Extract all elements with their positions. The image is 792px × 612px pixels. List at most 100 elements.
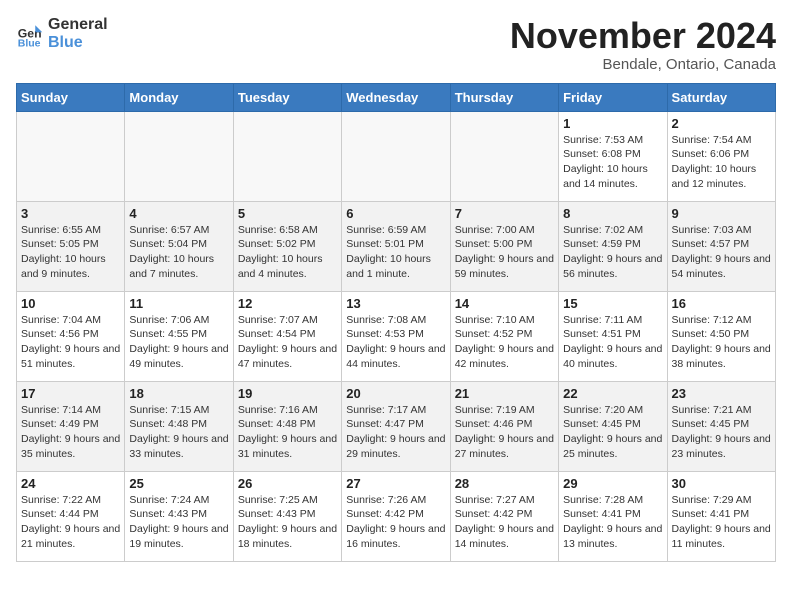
day-info: Sunrise: 7:26 AM Sunset: 4:42 PM Dayligh… xyxy=(346,493,445,552)
day-info: Sunrise: 7:16 AM Sunset: 4:48 PM Dayligh… xyxy=(238,403,337,462)
calendar-day-cell: 11 Sunrise: 7:06 AM Sunset: 4:55 PM Dayli… xyxy=(125,291,233,381)
day-info: Sunrise: 6:55 AM Sunset: 5:05 PM Dayligh… xyxy=(21,223,120,282)
day-number: 13 xyxy=(346,296,445,311)
day-info: Sunrise: 7:54 AM Sunset: 6:06 PM Dayligh… xyxy=(672,133,771,192)
calendar-day-cell: 25 Sunrise: 7:24 AM Sunset: 4:43 PM Dayli… xyxy=(125,471,233,561)
calendar-day-cell xyxy=(233,111,341,201)
day-info: Sunrise: 7:27 AM Sunset: 4:42 PM Dayligh… xyxy=(455,493,554,552)
calendar-day-cell: 10 Sunrise: 7:04 AM Sunset: 4:56 PM Dayli… xyxy=(17,291,125,381)
calendar-day-cell: 18 Sunrise: 7:15 AM Sunset: 4:48 PM Dayli… xyxy=(125,381,233,471)
calendar-day-cell: 2 Sunrise: 7:54 AM Sunset: 6:06 PM Daylig… xyxy=(667,111,775,201)
day-number: 2 xyxy=(672,116,771,131)
calendar-day-cell: 27 Sunrise: 7:26 AM Sunset: 4:42 PM Dayli… xyxy=(342,471,450,561)
day-info: Sunrise: 7:21 AM Sunset: 4:45 PM Dayligh… xyxy=(672,403,771,462)
day-number: 5 xyxy=(238,206,337,221)
day-info: Sunrise: 7:24 AM Sunset: 4:43 PM Dayligh… xyxy=(129,493,228,552)
calendar-day-cell: 19 Sunrise: 7:16 AM Sunset: 4:48 PM Dayli… xyxy=(233,381,341,471)
day-number: 23 xyxy=(672,386,771,401)
calendar-day-cell xyxy=(125,111,233,201)
day-info: Sunrise: 7:53 AM Sunset: 6:08 PM Dayligh… xyxy=(563,133,662,192)
day-number: 20 xyxy=(346,386,445,401)
calendar-day-cell: 21Sunrise: 7:19 AM Sunset: 4:46 PM Dayli… xyxy=(450,381,558,471)
calendar-day-cell: 6 Sunrise: 6:59 AM Sunset: 5:01 PM Daylig… xyxy=(342,201,450,291)
calendar-day-cell: 4 Sunrise: 6:57 AM Sunset: 5:04 PM Daylig… xyxy=(125,201,233,291)
weekday-header: Thursday xyxy=(450,83,558,111)
day-number: 25 xyxy=(129,476,228,491)
day-number: 11 xyxy=(129,296,228,311)
calendar-day-cell: 22 Sunrise: 7:20 AM Sunset: 4:45 PM Dayli… xyxy=(559,381,667,471)
calendar-week-row: 3 Sunrise: 6:55 AM Sunset: 5:05 PM Daylig… xyxy=(17,201,776,291)
day-number: 18 xyxy=(129,386,228,401)
day-number: 15 xyxy=(563,296,662,311)
title-area: November 2024 Bendale, Ontario, Canada xyxy=(510,16,776,73)
calendar-day-cell: 28 Sunrise: 7:27 AM Sunset: 4:42 PM Dayli… xyxy=(450,471,558,561)
calendar-day-cell xyxy=(450,111,558,201)
page-header: Gen Blue General Blue November 2024 Bend… xyxy=(16,16,776,73)
day-info: Sunrise: 7:11 AM Sunset: 4:51 PM Dayligh… xyxy=(563,313,662,372)
calendar-day-cell: 3 Sunrise: 6:55 AM Sunset: 5:05 PM Daylig… xyxy=(17,201,125,291)
day-info: Sunrise: 7:03 AM Sunset: 4:57 PM Dayligh… xyxy=(672,223,771,282)
day-info: Sunrise: 7:25 AM Sunset: 4:43 PM Dayligh… xyxy=(238,493,337,552)
calendar-day-cell: 9 Sunrise: 7:03 AM Sunset: 4:57 PM Daylig… xyxy=(667,201,775,291)
day-number: 12 xyxy=(238,296,337,311)
day-number: 10 xyxy=(21,296,120,311)
day-number: 14 xyxy=(455,296,554,311)
day-number: 29 xyxy=(563,476,662,491)
day-number: 8 xyxy=(563,206,662,221)
calendar-day-cell: 8 Sunrise: 7:02 AM Sunset: 4:59 PM Daylig… xyxy=(559,201,667,291)
day-info: Sunrise: 7:20 AM Sunset: 4:45 PM Dayligh… xyxy=(563,403,662,462)
day-number: 22 xyxy=(563,386,662,401)
weekday-header: Saturday xyxy=(667,83,775,111)
calendar-day-cell: 30Sunrise: 7:29 AM Sunset: 4:41 PM Dayli… xyxy=(667,471,775,561)
calendar-day-cell: 26 Sunrise: 7:25 AM Sunset: 4:43 PM Dayli… xyxy=(233,471,341,561)
logo-line2: Blue xyxy=(48,34,108,52)
day-info: Sunrise: 7:06 AM Sunset: 4:55 PM Dayligh… xyxy=(129,313,228,372)
day-info: Sunrise: 7:17 AM Sunset: 4:47 PM Dayligh… xyxy=(346,403,445,462)
day-number: 1 xyxy=(563,116,662,131)
calendar-table: SundayMondayTuesdayWednesdayThursdayFrid… xyxy=(16,83,776,562)
day-info: Sunrise: 7:00 AM Sunset: 5:00 PM Dayligh… xyxy=(455,223,554,282)
day-number: 9 xyxy=(672,206,771,221)
day-info: Sunrise: 7:04 AM Sunset: 4:56 PM Dayligh… xyxy=(21,313,120,372)
day-info: Sunrise: 7:15 AM Sunset: 4:48 PM Dayligh… xyxy=(129,403,228,462)
day-info: Sunrise: 6:57 AM Sunset: 5:04 PM Dayligh… xyxy=(129,223,228,282)
day-number: 26 xyxy=(238,476,337,491)
day-number: 19 xyxy=(238,386,337,401)
day-number: 4 xyxy=(129,206,228,221)
day-info: Sunrise: 6:58 AM Sunset: 5:02 PM Dayligh… xyxy=(238,223,337,282)
calendar-day-cell: 1 Sunrise: 7:53 AM Sunset: 6:08 PM Daylig… xyxy=(559,111,667,201)
calendar-day-cell: 20 Sunrise: 7:17 AM Sunset: 4:47 PM Dayli… xyxy=(342,381,450,471)
calendar-week-row: 24 Sunrise: 7:22 AM Sunset: 4:44 PM Dayli… xyxy=(17,471,776,561)
day-info: Sunrise: 7:02 AM Sunset: 4:59 PM Dayligh… xyxy=(563,223,662,282)
calendar-day-cell: 17 Sunrise: 7:14 AM Sunset: 4:49 PM Dayli… xyxy=(17,381,125,471)
calendar-day-cell: 14 Sunrise: 7:10 AM Sunset: 4:52 PM Dayli… xyxy=(450,291,558,381)
calendar-week-row: 10 Sunrise: 7:04 AM Sunset: 4:56 PM Dayli… xyxy=(17,291,776,381)
day-number: 7 xyxy=(455,206,554,221)
calendar-day-cell xyxy=(342,111,450,201)
day-number: 28 xyxy=(455,476,554,491)
calendar-header-row: SundayMondayTuesdayWednesdayThursdayFrid… xyxy=(17,83,776,111)
day-number: 3 xyxy=(21,206,120,221)
calendar-week-row: 17 Sunrise: 7:14 AM Sunset: 4:49 PM Dayli… xyxy=(17,381,776,471)
weekday-header: Wednesday xyxy=(342,83,450,111)
day-number: 6 xyxy=(346,206,445,221)
day-number: 17 xyxy=(21,386,120,401)
calendar-week-row: 1 Sunrise: 7:53 AM Sunset: 6:08 PM Daylig… xyxy=(17,111,776,201)
day-info: Sunrise: 7:14 AM Sunset: 4:49 PM Dayligh… xyxy=(21,403,120,462)
logo: Gen Blue General Blue xyxy=(16,16,108,51)
weekday-header: Friday xyxy=(559,83,667,111)
calendar-day-cell xyxy=(17,111,125,201)
weekday-header: Sunday xyxy=(17,83,125,111)
day-info: Sunrise: 7:10 AM Sunset: 4:52 PM Dayligh… xyxy=(455,313,554,372)
day-info: Sunrise: 7:07 AM Sunset: 4:54 PM Dayligh… xyxy=(238,313,337,372)
day-number: 16 xyxy=(672,296,771,311)
calendar-day-cell: 29 Sunrise: 7:28 AM Sunset: 4:41 PM Dayli… xyxy=(559,471,667,561)
day-number: 27 xyxy=(346,476,445,491)
logo-icon: Gen Blue xyxy=(16,20,44,48)
day-info: Sunrise: 7:28 AM Sunset: 4:41 PM Dayligh… xyxy=(563,493,662,552)
day-info: Sunrise: 6:59 AM Sunset: 5:01 PM Dayligh… xyxy=(346,223,445,282)
day-number: 24 xyxy=(21,476,120,491)
calendar-day-cell: 7 Sunrise: 7:00 AM Sunset: 5:00 PM Daylig… xyxy=(450,201,558,291)
location: Bendale, Ontario, Canada xyxy=(510,56,776,73)
day-info: Sunrise: 7:22 AM Sunset: 4:44 PM Dayligh… xyxy=(21,493,120,552)
